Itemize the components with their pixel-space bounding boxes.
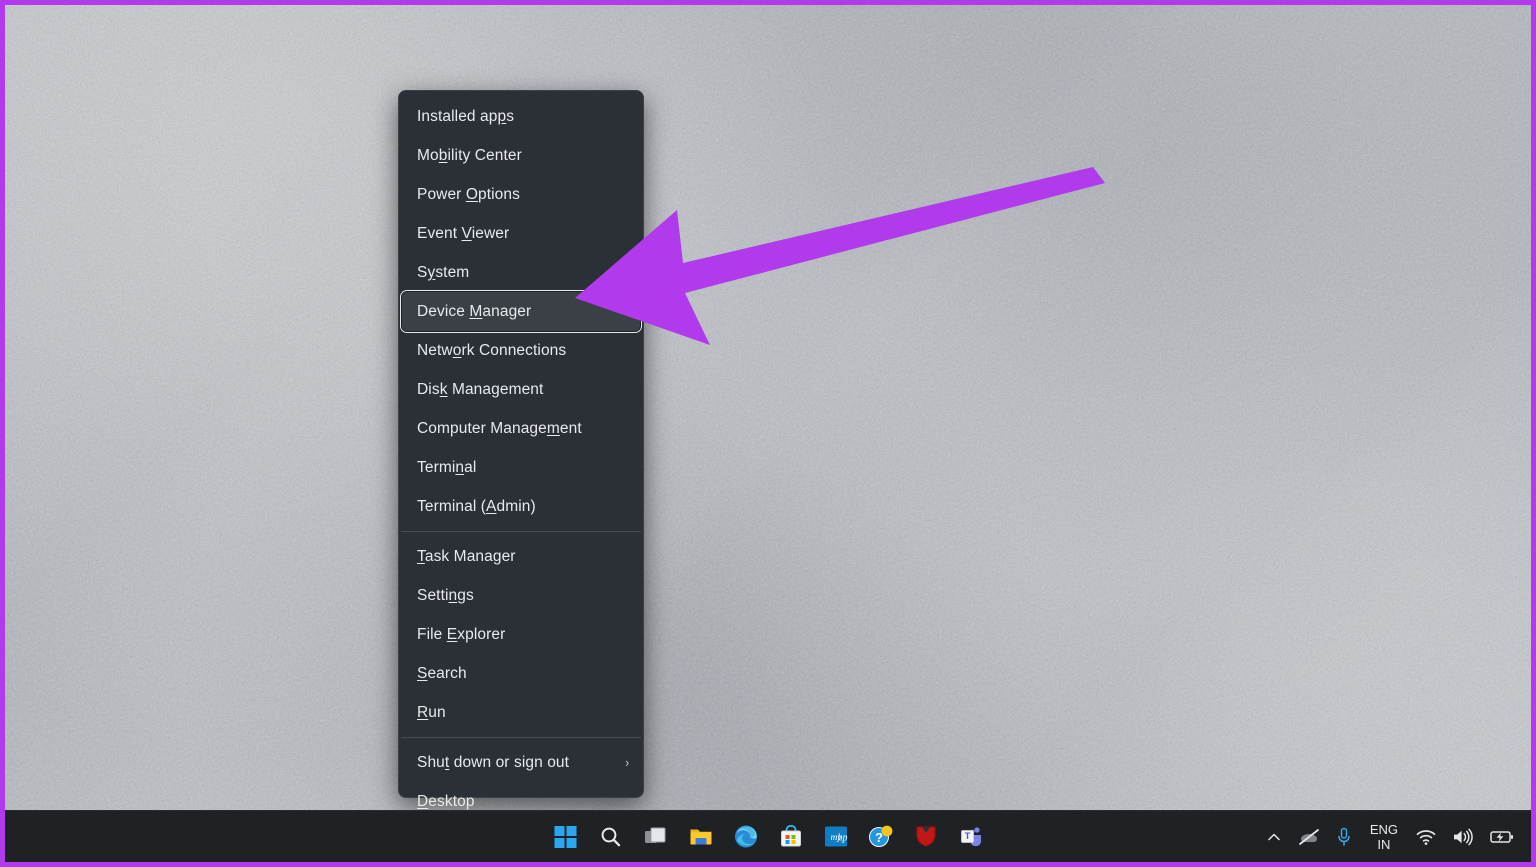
touchpad-status-button[interactable]	[1291, 817, 1327, 857]
menu-item-mobility-center[interactable]: Mobility Center	[399, 136, 643, 175]
menu-item-file-explorer[interactable]: File Explorer	[399, 615, 643, 654]
language-primary: ENG	[1370, 822, 1398, 837]
taskbar-app-area[interactable]: my hp ?	[544, 817, 993, 857]
mcafee-icon	[913, 824, 938, 849]
battery-charging-icon	[1490, 829, 1514, 845]
desktop-wallpaper	[5, 5, 1531, 862]
taskbar[interactable]: my hp ?	[5, 810, 1531, 862]
microphone-button[interactable]	[1329, 817, 1359, 857]
get-help-icon: ?	[868, 824, 894, 850]
menu-item-label: Task Manager	[417, 549, 516, 565]
menu-item-label: Shut down or sign out	[417, 755, 569, 771]
menu-item-label: Power Options	[417, 187, 520, 203]
menu-item-network-connections[interactable]: Network Connections	[399, 331, 643, 370]
mcafee-button[interactable]	[904, 817, 948, 857]
myhp-icon: my hp	[823, 824, 848, 849]
menu-item-label: Installed apps	[417, 109, 514, 125]
menu-item-device-manager[interactable]: Device Manager	[402, 292, 640, 331]
search-button[interactable]	[589, 817, 633, 857]
language-secondary: IN	[1377, 837, 1390, 852]
file-explorer-button[interactable]	[679, 817, 723, 857]
language-indicator[interactable]: ENG IN	[1361, 817, 1407, 857]
winx-power-user-menu[interactable]: Installed apps Mobility Center Power Optio…	[398, 90, 644, 798]
touchpad-disabled-icon	[1298, 828, 1320, 846]
battery-button[interactable]	[1483, 817, 1521, 857]
speaker-icon	[1452, 828, 1474, 846]
menu-item-label: Settings	[417, 588, 474, 604]
menu-item-label: Network Connections	[417, 343, 566, 359]
menu-item-label: System	[417, 265, 469, 281]
start-icon	[555, 826, 577, 848]
menu-item-computer-management[interactable]: Computer Management	[399, 409, 643, 448]
microsoft-edge-button[interactable]	[724, 817, 768, 857]
svg-text:T: T	[964, 831, 970, 842]
menu-item-label: Event Viewer	[417, 226, 509, 242]
microphone-icon	[1336, 827, 1352, 847]
show-hidden-icons-button[interactable]	[1259, 817, 1289, 857]
menu-item-label: Disk Management	[417, 382, 543, 398]
chevron-right-icon: ›	[625, 756, 629, 769]
menu-item-label: Computer Management	[417, 421, 582, 437]
microsoft-teams-button[interactable]: T	[949, 817, 993, 857]
menu-item-power-options[interactable]: Power Options	[399, 175, 643, 214]
menu-item-terminal[interactable]: Terminal	[399, 448, 643, 487]
menu-item-disk-management[interactable]: Disk Management	[399, 370, 643, 409]
menu-separator-1	[401, 531, 641, 532]
wifi-icon	[1416, 828, 1436, 846]
task-view-icon	[644, 825, 668, 849]
menu-item-label: Mobility Center	[417, 148, 522, 164]
wallpaper-speckle-texture	[5, 5, 1531, 862]
menu-item-search[interactable]: Search	[399, 654, 643, 693]
microsoft-store-button[interactable]	[769, 817, 813, 857]
network-button[interactable]	[1409, 817, 1443, 857]
myhp-button[interactable]: my hp	[814, 817, 858, 857]
menu-item-shut-down-or-sign-out[interactable]: Shut down or sign out ›	[399, 743, 643, 782]
menu-item-label: Terminal (Admin)	[417, 499, 536, 515]
menu-item-settings[interactable]: Settings	[399, 576, 643, 615]
search-icon	[599, 825, 623, 849]
microsoft-store-icon	[778, 824, 803, 849]
get-help-button[interactable]: ?	[859, 817, 903, 857]
menu-item-event-viewer[interactable]: Event Viewer	[399, 214, 643, 253]
menu-separator-2	[401, 737, 641, 738]
menu-item-label: File Explorer	[417, 627, 505, 643]
task-view-button[interactable]	[634, 817, 678, 857]
file-explorer-icon	[688, 824, 713, 849]
menu-item-terminal-admin[interactable]: Terminal (Admin)	[399, 487, 643, 526]
menu-item-system[interactable]: System	[399, 253, 643, 292]
menu-item-label: Search	[417, 666, 467, 682]
microsoft-edge-icon	[733, 824, 758, 849]
start-button[interactable]	[544, 817, 588, 857]
annotated-screenshot-frame: Installed apps Mobility Center Power Optio…	[0, 0, 1536, 867]
menu-group-system: Installed apps Mobility Center Power Optio…	[399, 97, 643, 526]
microsoft-teams-icon: T	[958, 824, 983, 849]
chevron-up-icon	[1266, 829, 1282, 845]
volume-button[interactable]	[1445, 817, 1481, 857]
menu-item-label: Run	[417, 705, 446, 721]
menu-item-task-manager[interactable]: Task Manager	[399, 537, 643, 576]
menu-item-run[interactable]: Run	[399, 693, 643, 732]
system-tray[interactable]: ENG IN	[1259, 817, 1521, 857]
menu-item-label: Device Manager	[417, 304, 531, 320]
menu-group-tools: Task Manager Settings File Explorer Search R…	[399, 537, 643, 732]
menu-item-installed-apps[interactable]: Installed apps	[399, 97, 643, 136]
menu-item-label: Desktop	[417, 794, 475, 810]
menu-item-label: Terminal	[417, 460, 476, 476]
svg-text:hp: hp	[837, 833, 847, 844]
